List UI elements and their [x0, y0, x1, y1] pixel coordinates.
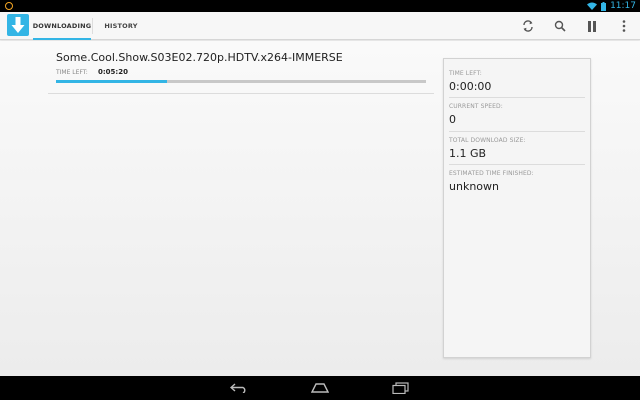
pause-icon — [588, 20, 596, 32]
main-content: Some.Cool.Show.S03E02.720p.HDTV.x264-IMM… — [0, 41, 640, 376]
home-button[interactable] — [300, 378, 340, 398]
action-buttons — [512, 12, 640, 40]
navigation-bar — [0, 376, 640, 400]
stat-divider — [449, 131, 585, 132]
recent-apps-button[interactable] — [381, 378, 421, 398]
system-icons: 11:17 — [587, 0, 636, 12]
stat-total-size: TOTAL DOWNLOAD SIZE: 1.1 GB — [449, 137, 585, 160]
stat-divider — [449, 164, 585, 165]
download-name: Some.Cool.Show.S03E02.720p.HDTV.x264-IMM… — [56, 51, 343, 64]
stat-estimated-finish-value: unknown — [449, 180, 499, 193]
time-left-label: TIME LEFT: — [56, 69, 88, 76]
battery-icon — [601, 1, 607, 11]
clock: 11:17 — [610, 1, 636, 11]
download-details-panel: TIME LEFT: 0:00:00 CURRENT SPEED: 0 TOTA… — [443, 58, 591, 358]
tab-history-label: HISTORY — [104, 22, 138, 30]
download-item[interactable]: Some.Cool.Show.S03E02.720p.HDTV.x264-IMM… — [48, 47, 434, 94]
notification-icon — [5, 2, 13, 10]
stat-time-left-value: 0:00:00 — [449, 80, 492, 93]
action-bar: DOWNLOADING HISTORY — [0, 12, 640, 40]
home-icon — [311, 383, 329, 393]
stat-time-left: TIME LEFT: 0:00:00 — [449, 70, 585, 93]
download-progress-fill — [56, 80, 167, 83]
pause-button[interactable] — [576, 12, 608, 40]
tab-history[interactable]: HISTORY — [93, 12, 149, 40]
stat-total-size-value: 1.1 GB — [449, 147, 487, 160]
wifi-icon — [587, 2, 598, 10]
overflow-menu-icon — [622, 20, 626, 32]
app-icon[interactable] — [7, 14, 29, 36]
stat-current-speed-value: 0 — [449, 113, 456, 126]
download-arrow-icon — [11, 17, 25, 33]
stat-total-size-label: TOTAL DOWNLOAD SIZE: — [449, 137, 526, 144]
search-icon — [554, 20, 566, 32]
stat-divider — [449, 97, 585, 98]
back-button[interactable] — [219, 378, 259, 398]
stat-current-speed: CURRENT SPEED: 0 — [449, 103, 585, 126]
back-icon — [230, 383, 246, 393]
recent-apps-icon — [392, 382, 409, 394]
search-button[interactable] — [544, 12, 576, 40]
stat-estimated-finish-label: ESTIMATED TIME FINISHED: — [449, 170, 534, 177]
overflow-menu-button[interactable] — [608, 12, 640, 40]
tab-downloading-label: DOWNLOADING — [32, 22, 92, 30]
tab-active-indicator — [33, 38, 91, 40]
stat-estimated-finish: ESTIMATED TIME FINISHED: unknown — [449, 170, 585, 193]
refresh-button[interactable] — [512, 12, 544, 40]
stat-time-left-label: TIME LEFT: — [449, 70, 482, 77]
tab-downloading[interactable]: DOWNLOADING — [33, 12, 91, 40]
time-left-value: 0:05:20 — [98, 68, 128, 76]
download-progress-bar — [56, 80, 426, 83]
refresh-icon — [523, 20, 533, 32]
stat-current-speed-label: CURRENT SPEED: — [449, 103, 503, 110]
status-bar: 11:17 — [0, 0, 640, 12]
